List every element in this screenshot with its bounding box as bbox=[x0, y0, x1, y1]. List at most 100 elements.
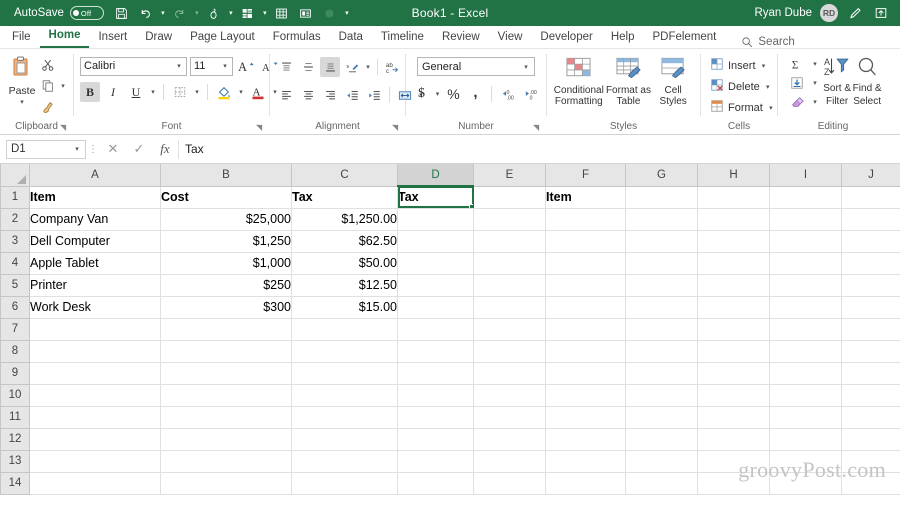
cell-F3[interactable] bbox=[545, 229, 626, 253]
font-name-combobox[interactable]: Calibri ▾ bbox=[80, 56, 187, 76]
find-select-button[interactable]: Find & Select bbox=[852, 54, 882, 107]
cell-D11[interactable] bbox=[397, 405, 474, 429]
cell-A6[interactable]: Work Desk bbox=[29, 295, 161, 319]
select-all-corner[interactable] bbox=[0, 164, 30, 187]
cell-A2[interactable]: Company Van bbox=[29, 207, 161, 231]
insert-cells-dropdown-icon[interactable]: ▾ bbox=[760, 62, 768, 70]
cell-E12[interactable] bbox=[473, 427, 546, 451]
cell-I12[interactable] bbox=[769, 427, 842, 451]
cell-I4[interactable] bbox=[769, 251, 842, 275]
cell-D9[interactable] bbox=[397, 361, 474, 385]
row-header-3[interactable]: 3 bbox=[0, 229, 30, 253]
row-header-4[interactable]: 4 bbox=[0, 251, 30, 275]
orientation-icon[interactable]: a bbox=[342, 57, 362, 77]
undo-dropdown-icon[interactable]: ▾ bbox=[158, 2, 168, 24]
insert-cells-button[interactable]: Insert ▾ bbox=[707, 55, 771, 76]
cell-D4[interactable] bbox=[397, 251, 474, 275]
cell-G8[interactable] bbox=[625, 339, 698, 363]
cell-B4[interactable]: $1,000 bbox=[160, 251, 292, 275]
fill-button[interactable]: ▾ bbox=[784, 73, 822, 92]
cell-J5[interactable] bbox=[841, 273, 900, 297]
save-icon[interactable] bbox=[110, 2, 134, 24]
undo-icon[interactable] bbox=[134, 2, 158, 24]
cell-J3[interactable] bbox=[841, 229, 900, 253]
decrease-decimal-icon[interactable]: .00 0 bbox=[520, 84, 541, 104]
cell-F13[interactable] bbox=[545, 449, 626, 473]
cancel-formula-icon[interactable]: ✕ bbox=[100, 139, 126, 159]
column-header-j[interactable]: J bbox=[841, 164, 900, 187]
cell-F11[interactable] bbox=[545, 405, 626, 429]
cell-I1[interactable] bbox=[769, 185, 842, 209]
percent-format-button[interactable]: % bbox=[444, 84, 464, 104]
cell-G7[interactable] bbox=[625, 317, 698, 341]
touch-mode-dropdown-icon[interactable]: ▾ bbox=[226, 2, 236, 24]
copy-button[interactable]: ▾ bbox=[38, 76, 67, 96]
formula-input[interactable]: Tax bbox=[178, 139, 894, 159]
row-header-13[interactable]: 13 bbox=[0, 449, 30, 473]
tab-file[interactable]: File bbox=[0, 27, 40, 48]
cell-B13[interactable] bbox=[160, 449, 292, 473]
increase-decimal-icon[interactable]: 0.00 bbox=[497, 84, 518, 104]
cell-A13[interactable] bbox=[29, 449, 161, 473]
cell-A12[interactable] bbox=[29, 427, 161, 451]
customize-qat-icon[interactable]: ▾ bbox=[342, 2, 352, 24]
cell-H4[interactable] bbox=[697, 251, 770, 275]
cell-J11[interactable] bbox=[841, 405, 900, 429]
touch-mode-icon[interactable] bbox=[202, 2, 226, 24]
cell-J2[interactable] bbox=[841, 207, 900, 231]
cell-H5[interactable] bbox=[697, 273, 770, 297]
format-cells-button[interactable]: Format ▾ bbox=[707, 97, 778, 118]
number-format-combobox[interactable]: General ▾ bbox=[417, 57, 535, 76]
cell-H11[interactable] bbox=[697, 405, 770, 429]
cut-button[interactable] bbox=[38, 55, 67, 75]
cell-E8[interactable] bbox=[473, 339, 546, 363]
format-as-table-button[interactable]: Format as Table bbox=[605, 54, 653, 107]
cell-A4[interactable]: Apple Tablet bbox=[29, 251, 161, 275]
cell-B7[interactable] bbox=[160, 317, 292, 341]
cell-E2[interactable] bbox=[473, 207, 546, 231]
cell-I6[interactable] bbox=[769, 295, 842, 319]
align-left-icon[interactable] bbox=[276, 85, 296, 105]
cell-I11[interactable] bbox=[769, 405, 842, 429]
cell-C10[interactable] bbox=[291, 383, 398, 407]
cell-B12[interactable] bbox=[160, 427, 292, 451]
cell-H7[interactable] bbox=[697, 317, 770, 341]
row-header-6[interactable]: 6 bbox=[0, 295, 30, 319]
tab-insert[interactable]: Insert bbox=[89, 27, 136, 48]
cell-J10[interactable] bbox=[841, 383, 900, 407]
cell-H12[interactable] bbox=[697, 427, 770, 451]
cell-C9[interactable] bbox=[291, 361, 398, 385]
cell-H13[interactable] bbox=[697, 449, 770, 473]
fill-dropdown-icon[interactable]: ▾ bbox=[811, 79, 819, 87]
row-header-7[interactable]: 7 bbox=[0, 317, 30, 341]
cell-J6[interactable] bbox=[841, 295, 900, 319]
cell-A1[interactable]: Item bbox=[29, 185, 161, 209]
italic-button[interactable]: I bbox=[103, 82, 123, 102]
cell-C5[interactable]: $12.50 bbox=[291, 273, 398, 297]
cell-J4[interactable] bbox=[841, 251, 900, 275]
sort-filter-icon[interactable] bbox=[236, 2, 260, 24]
font-size-combobox[interactable]: 11 ▾ bbox=[190, 56, 233, 76]
number-format-dropdown-icon[interactable]: ▾ bbox=[522, 63, 530, 71]
sort-filter-button[interactable]: AZ Sort & Filter bbox=[823, 54, 851, 107]
cell-G4[interactable] bbox=[625, 251, 698, 275]
cell-E13[interactable] bbox=[473, 449, 546, 473]
cell-I2[interactable] bbox=[769, 207, 842, 231]
cell-B3[interactable]: $1,250 bbox=[160, 229, 292, 253]
cell-G12[interactable] bbox=[625, 427, 698, 451]
tab-formulas[interactable]: Formulas bbox=[264, 27, 330, 48]
cell-J12[interactable] bbox=[841, 427, 900, 451]
paste-dropdown-icon[interactable]: ▾ bbox=[18, 98, 26, 106]
row-header-10[interactable]: 10 bbox=[0, 383, 30, 407]
redo-icon[interactable] bbox=[168, 2, 192, 24]
decrease-indent-icon[interactable] bbox=[342, 85, 362, 105]
fill-color-dropdown-icon[interactable]: ▾ bbox=[237, 88, 245, 96]
cell-B9[interactable] bbox=[160, 361, 292, 385]
formula-bar-grip[interactable]: ⋮ bbox=[86, 144, 100, 155]
cell-H2[interactable] bbox=[697, 207, 770, 231]
search-box[interactable]: Search bbox=[741, 36, 795, 48]
row-header-12[interactable]: 12 bbox=[0, 427, 30, 451]
font-dialog-launcher-icon[interactable]: ◥ bbox=[256, 122, 265, 134]
cell-A14[interactable] bbox=[29, 471, 161, 495]
column-header-g[interactable]: G bbox=[625, 164, 698, 187]
